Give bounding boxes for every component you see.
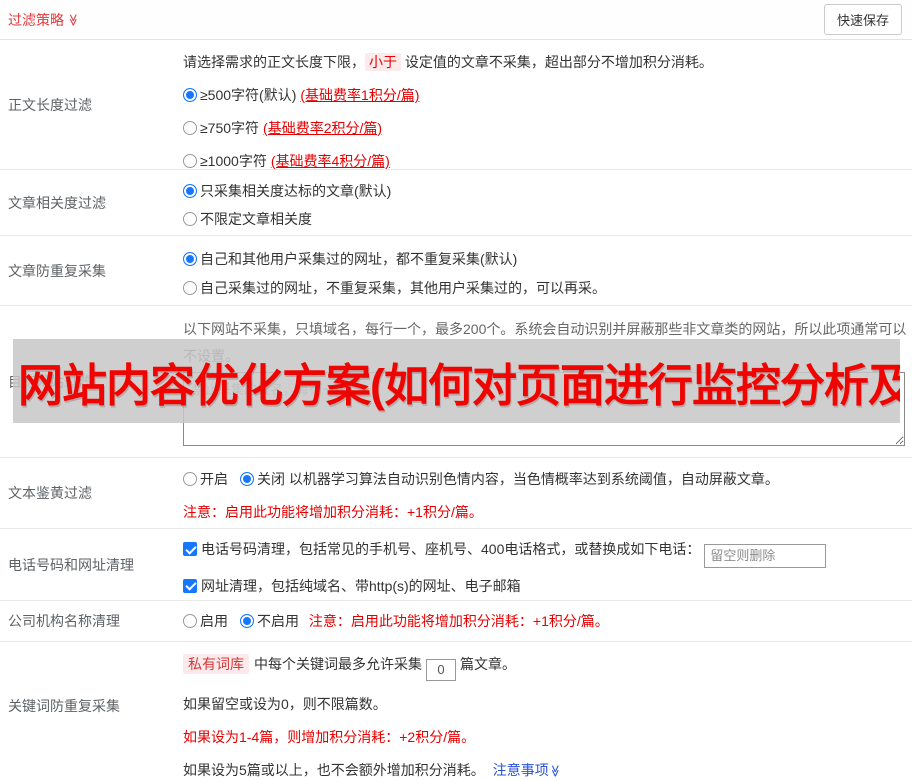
row-content-length-filter: 正文长度过滤 请选择需求的正文长度下限， 小于 设定值的文章不采集，超出部分不增加…	[0, 40, 912, 170]
replacement-phone-input[interactable]	[704, 543, 827, 568]
radio-selected-icon[interactable]	[240, 614, 254, 628]
company-clean-note: 注意：启用此功能将增加积分消耗：+1积分/篇。	[308, 613, 609, 629]
row-label: 文章相关度过滤	[8, 194, 106, 211]
porn-filter-note: 注意：启用此功能将增加积分消耗：+1积分/篇。	[183, 504, 483, 520]
company-clean-on[interactable]: 启用	[183, 613, 228, 629]
fee-note: (基础费率2积分/篇)	[263, 120, 383, 136]
keyword-note-five: 如果设为5篇或以上，也不会额外增加积分消耗。 注意事项≫	[183, 761, 563, 778]
radio-icon[interactable]	[183, 154, 197, 168]
row-porn-filter: 文本鉴黄过滤 开启 关闭 以机器学习算法自动识别色情内容，当色情概率达到系统阈值，…	[0, 458, 912, 529]
relevance-option-any[interactable]: 不限定文章相关度	[183, 209, 904, 229]
dedup-option-self-only[interactable]: 自己采集过的网址，不重复采集，其他用户采集过的，可以再采。	[183, 278, 904, 298]
row-label: 文本鉴黄过滤	[8, 485, 92, 501]
quick-save-button[interactable]: 快速保存	[823, 4, 902, 35]
length-intro: 请选择需求的正文长度下限， 小于 设定值的文章不采集，超出部分不增加积分消耗。	[183, 53, 713, 71]
keyword-note-zero: 如果留空或设为0，则不限篇数。	[183, 695, 387, 712]
row-relevance-filter: 文章相关度过滤 只采集相关度达标的文章(默认) 不限定文章相关度	[0, 170, 912, 236]
page-title[interactable]: 过滤策略 ≫	[8, 10, 80, 30]
radio-icon[interactable]	[183, 472, 197, 486]
row-phone-url-clean: 电话号码和网址清理 电话号码清理，包括常见的手机号、座机号、400电话格式，或替…	[0, 529, 912, 601]
phone-clean-option[interactable]: 电话号码清理，包括常见的手机号、座机号、400电话格式，或替换成如下电话：	[183, 539, 904, 568]
max-articles-input[interactable]	[426, 658, 456, 681]
radio-selected-icon[interactable]	[240, 472, 254, 486]
porn-filter-on[interactable]: 开启	[183, 471, 228, 487]
row-label: 关键词防重复采集	[8, 698, 120, 714]
double-chevron-down-icon: ≫	[548, 764, 563, 777]
fee-note: (基础费率1积分/篇)	[300, 87, 420, 103]
url-clean-option[interactable]: 网址清理，包括纯域名、带http(s)的网址、电子邮箱	[183, 576, 904, 596]
checkbox-checked-icon[interactable]	[183, 578, 197, 593]
radio-selected-icon[interactable]	[183, 252, 197, 266]
private-lexicon-tag[interactable]: 私有词库	[183, 654, 249, 674]
company-clean-off[interactable]: 不启用	[240, 613, 299, 629]
keyword-limit-line: 私有词库中每个关键词最多允许采集篇文章。	[183, 654, 904, 681]
watermark-banner-text: 网站内容优化方案(如何对页面进行监控分析及	[18, 359, 900, 411]
radio-selected-icon[interactable]	[183, 88, 197, 102]
row-label: 文章防重复采集	[8, 262, 106, 279]
notes-link[interactable]: 注意事项≫	[493, 762, 562, 778]
checkbox-checked-icon[interactable]	[183, 542, 197, 556]
relevance-option-strict[interactable]: 只采集相关度达标的文章(默认)	[183, 181, 904, 201]
row-company-name-clean: 公司机构名称清理 启用 不启用 注意：启用此功能将增加积分消耗：+1积分/篇。	[0, 601, 912, 642]
length-option-750[interactable]: ≥750字符 (基础费率2积分/篇)	[183, 118, 904, 138]
watermark-banner-overlay: 网站内容优化方案(如何对页面进行监控分析及	[13, 339, 900, 423]
row-label: 正文长度过滤	[8, 96, 92, 113]
row-label: 电话号码和网址清理	[8, 556, 134, 573]
toolbar: 过滤策略 ≫ 快速保存	[0, 0, 912, 40]
less-than-highlight: 小于	[365, 53, 401, 71]
keyword-note-fee: 如果设为1-4篇，则增加积分消耗：+2积分/篇。	[183, 728, 476, 745]
company-clean-options: 启用 不启用 注意：启用此功能将增加积分消耗：+1积分/篇。	[183, 611, 904, 631]
row-label: 公司机构名称清理	[8, 613, 120, 629]
row-dedup-collection: 文章防重复采集 自己和其他用户采集过的网址，都不重复采集(默认) 自己采集过的网…	[0, 236, 912, 306]
fee-note: (基础费率4积分/篇)	[270, 153, 390, 169]
porn-filter-desc: 以机器学习算法自动识别色情内容，当色情概率达到系统阈值，自动屏蔽文章。	[285, 471, 779, 487]
radio-icon[interactable]	[183, 212, 197, 226]
radio-icon[interactable]	[183, 281, 197, 295]
length-option-1000[interactable]: ≥1000字符 (基础费率4积分/篇)	[183, 151, 904, 171]
row-target-site-filter: 目标网站过滤 以下网站不采集，只填域名，每行一个，最多200个。系统会自动识别并…	[0, 306, 912, 458]
radio-selected-icon[interactable]	[183, 184, 197, 198]
radio-icon[interactable]	[183, 614, 197, 628]
double-chevron-down-icon: ≫	[66, 13, 81, 27]
radio-icon[interactable]	[183, 121, 197, 135]
page-title-label: 过滤策略	[8, 11, 64, 28]
dedup-option-all-users[interactable]: 自己和其他用户采集过的网址，都不重复采集(默认)	[183, 249, 904, 269]
porn-filter-off[interactable]: 关闭	[240, 471, 285, 487]
porn-filter-options: 开启 关闭 以机器学习算法自动识别色情内容，当色情概率达到系统阈值，自动屏蔽文章。	[183, 469, 904, 489]
length-option-500[interactable]: ≥500字符(默认) (基础费率1积分/篇)	[183, 85, 904, 105]
row-keyword-dedup: 关键词防重复采集 私有词库中每个关键词最多允许采集篇文章。 如果留空或设为0，则…	[0, 642, 912, 778]
